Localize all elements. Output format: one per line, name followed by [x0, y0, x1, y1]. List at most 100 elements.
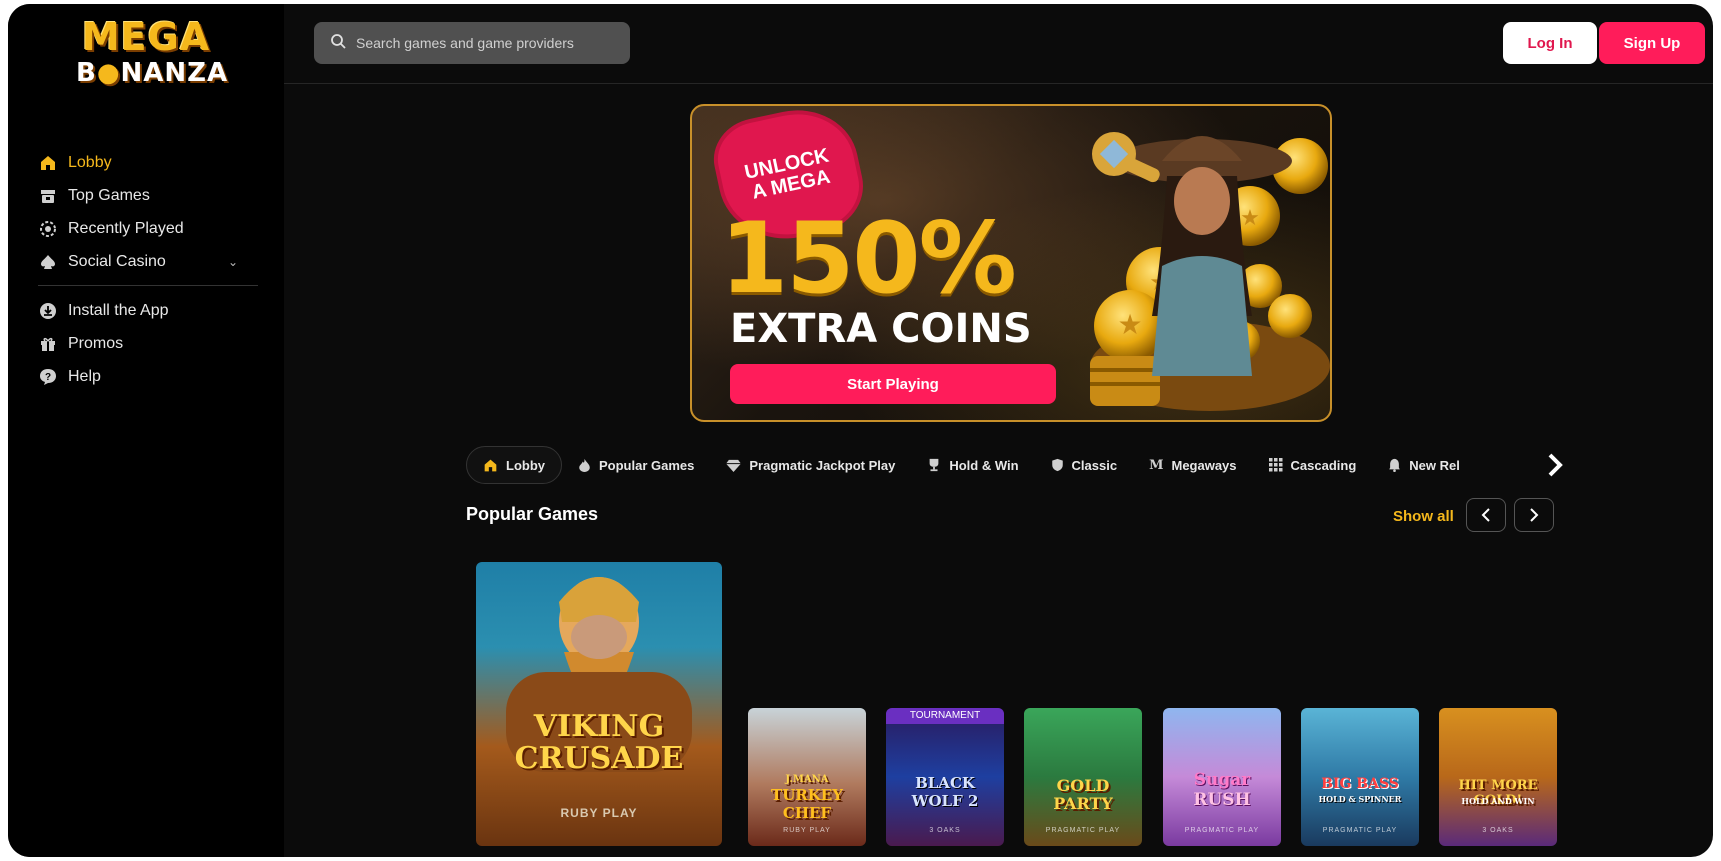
tab-label: Classic [1071, 457, 1118, 473]
sidebar-item-top-games[interactable]: Top Games [38, 179, 258, 212]
login-button[interactable]: Log In [1503, 22, 1597, 64]
tab-lobby[interactable]: Lobby [466, 446, 562, 484]
sidebar-item-label: Promos [68, 334, 124, 352]
tab-label: New Rel [1409, 457, 1460, 473]
logo-text-b: B [76, 58, 97, 88]
chevron-down-icon[interactable]: ⌄ [228, 255, 238, 269]
game-title-line2: WOLF 2 [911, 792, 979, 810]
history-icon [38, 219, 58, 239]
sidebar-item-label: Social Casino [68, 252, 166, 270]
top-bar: Log In Sign Up [284, 4, 1713, 84]
sidebar-item-install-app[interactable]: Install the App [38, 294, 258, 327]
cowgirl-illustration [1092, 132, 1292, 376]
search-icon [330, 33, 346, 54]
game-provider: RUBY PLAY [560, 806, 638, 820]
home-icon [483, 458, 498, 473]
tab-hold-win[interactable]: Hold & Win [911, 446, 1034, 484]
game-title-line1: J.MANA [785, 774, 829, 785]
bell-icon [1388, 458, 1401, 472]
shield-icon [1051, 458, 1064, 472]
chevron-left-icon [1481, 508, 1490, 522]
sidebar-item-promos[interactable]: Promos [38, 327, 258, 360]
bonus-subtitle: EXTRA COINS [730, 306, 1032, 352]
logo[interactable]: MEGA B●NANZA [76, 15, 227, 108]
logo-text-mega: MEGA [81, 15, 211, 59]
bonus-percentage: 150% [720, 202, 1017, 316]
game-card-viking-crusade[interactable]: VIKING CRUSADE RUBY PLAY [476, 562, 722, 846]
sidebar-item-label: Recently Played [68, 219, 184, 237]
tab-label: Hold & Win [949, 457, 1019, 473]
sidebar-item-social-casino[interactable]: Social Casino ⌄ [38, 245, 258, 278]
tab-cascading[interactable]: Cascading [1253, 446, 1373, 484]
fire-icon [578, 458, 591, 472]
trophy-icon [38, 186, 58, 206]
diamond-icon [726, 459, 742, 472]
tab-megaways[interactable]: M Megaways [1133, 446, 1252, 484]
sidebar-item-label: Top Games [68, 186, 150, 204]
sidebar-nav: Lobby Top Games Recently Played Social C… [38, 146, 258, 393]
sidebar-item-lobby[interactable]: Lobby [38, 146, 258, 179]
m-icon: M [1149, 457, 1164, 473]
sidebar-item-label: Help [68, 367, 101, 385]
tab-classic[interactable]: Classic [1035, 446, 1134, 484]
app-window: MEGA B●NANZA Lobby Top Games Recently Pl… [8, 4, 1713, 857]
spade-icon [38, 252, 58, 272]
viking-illustration [506, 577, 692, 772]
game-title-line1: VIKING [533, 709, 665, 744]
tab-new-releases[interactable]: New Rel [1372, 446, 1476, 484]
game-provider: PRAGMATIC PLAY [1184, 827, 1260, 834]
search-box[interactable] [314, 22, 630, 64]
search-input[interactable] [356, 35, 616, 51]
game-title-line2: TURKEY CHEF [771, 786, 843, 822]
tab-label: Cascading [1290, 457, 1357, 473]
tournament-badge: TOURNAMENT [886, 708, 1004, 724]
sidebar-item-recently-played[interactable]: Recently Played [38, 212, 258, 245]
chevron-right-icon [1530, 508, 1539, 522]
show-all-link[interactable]: Show all [1393, 508, 1454, 525]
sidebar-item-label: Lobby [68, 153, 112, 171]
game-provider: 3 OAKS [1482, 827, 1514, 834]
help-icon: ? [38, 367, 58, 387]
home-icon [38, 153, 58, 173]
game-title-line2: HOLD AND WIN [1461, 796, 1535, 806]
game-card-sugar-rush[interactable]: Sugar RUSH PRAGMATIC PLAY [1163, 708, 1281, 846]
game-provider: RUBY PLAY [783, 827, 831, 834]
start-playing-button[interactable]: Start Playing [730, 364, 1056, 404]
tab-pragmatic-jackpot[interactable]: Pragmatic Jackpot Play [710, 446, 911, 484]
section-title: Popular Games [466, 504, 599, 524]
logo-text-nanza: NANZA [120, 58, 229, 88]
game-title-line2: HOLD & SPINNER [1318, 794, 1402, 804]
category-tabs: Lobby Popular Games Pragmatic Jackpot Pl… [466, 446, 1566, 484]
game-title-line1: BLACK [915, 774, 975, 792]
tab-popular-games[interactable]: Popular Games [562, 446, 710, 484]
game-title-line2: PARTY [1053, 794, 1113, 813]
sidebar-item-help[interactable]: ? Help [38, 360, 258, 393]
signup-button[interactable]: Sign Up [1599, 22, 1705, 64]
game-card-gold-party[interactable]: GOLD PARTY PRAGMATIC PLAY [1024, 708, 1142, 846]
game-title-line1: GOLD [1056, 776, 1110, 795]
game-provider: 3 OAKS [929, 827, 961, 834]
carousel-next-button[interactable] [1514, 498, 1554, 532]
tabs-scroll-right-button[interactable] [1540, 450, 1570, 480]
tab-label: Megaways [1171, 457, 1237, 473]
game-card-big-bass[interactable]: BIG BASS HOLD & SPINNER PRAGMATIC PLAY [1301, 708, 1419, 846]
tab-label: Lobby [506, 457, 545, 473]
tab-label: Popular Games [599, 457, 695, 473]
logo-text-bonanza: B●NANZA [76, 58, 227, 88]
svg-text:?: ? [45, 372, 51, 383]
trophy-icon [927, 458, 941, 472]
promo-banner[interactable]: ★ ★ ★ UNLOCK A MEGA 150% EXTRA COINS Sta… [690, 104, 1332, 422]
gift-icon [38, 334, 58, 354]
coin-icon: ● [96, 58, 121, 88]
game-card-turkey-chef[interactable]: J.MANA TURKEY CHEF RUBY PLAY [748, 708, 866, 846]
game-card-black-wolf-2[interactable]: TOURNAMENT BLACK WOLF 2 3 OAKS [886, 708, 1004, 846]
sidebar-item-label: Install the App [68, 301, 169, 319]
game-title-line1: BIG BASS [1321, 776, 1399, 792]
game-title-line2: RUSH [1193, 790, 1251, 810]
carousel-prev-button[interactable] [1466, 498, 1506, 532]
nav-divider [38, 285, 258, 286]
sidebar: MEGA B●NANZA Lobby Top Games Recently Pl… [8, 4, 284, 857]
game-card-hit-more-gold[interactable]: HIT MORE GOLD! HOLD AND WIN 3 OAKS [1439, 708, 1557, 846]
game-provider: PRAGMATIC PLAY [1322, 827, 1398, 834]
game-provider: PRAGMATIC PLAY [1045, 827, 1121, 834]
